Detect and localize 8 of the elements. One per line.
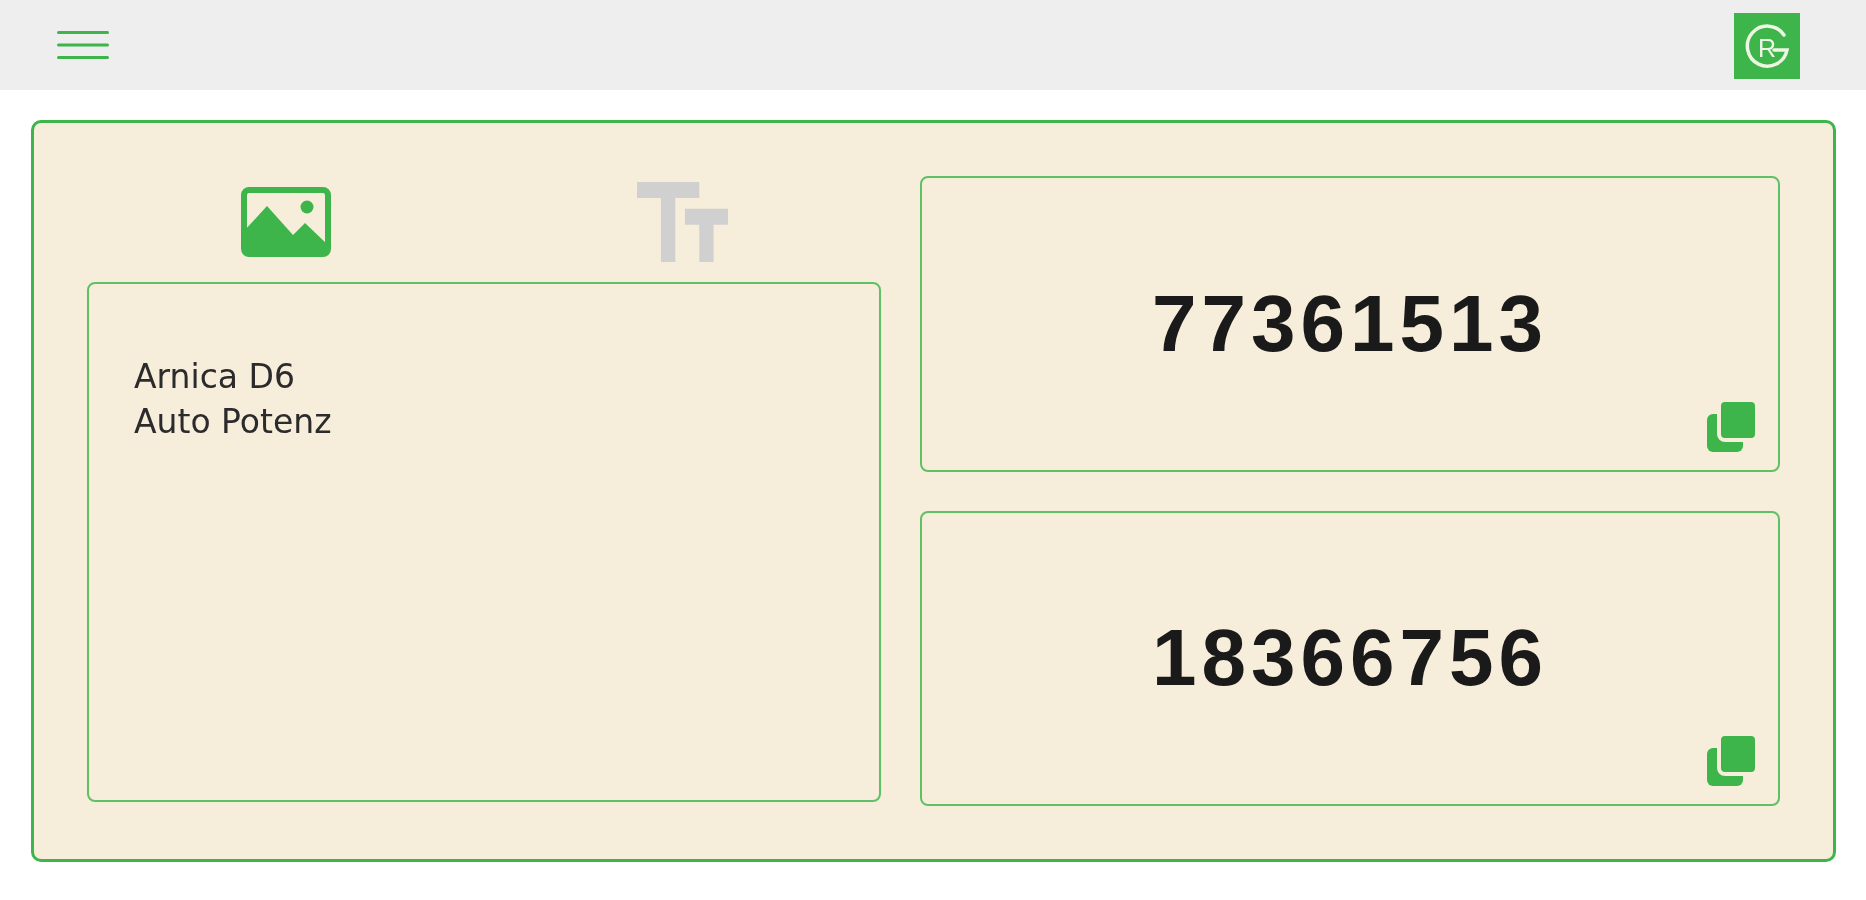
text-size-tab[interactable] — [637, 182, 728, 262]
recognized-text-line: Auto Potenz — [134, 401, 332, 443]
recognized-text-line: Arnica D6 — [134, 356, 295, 398]
logo: R — [1734, 13, 1800, 79]
number-text: 77361513 — [1152, 283, 1548, 364]
menu-button[interactable] — [57, 29, 109, 61]
image-tab[interactable] — [240, 187, 331, 257]
number-text: 18366756 — [1152, 618, 1548, 699]
